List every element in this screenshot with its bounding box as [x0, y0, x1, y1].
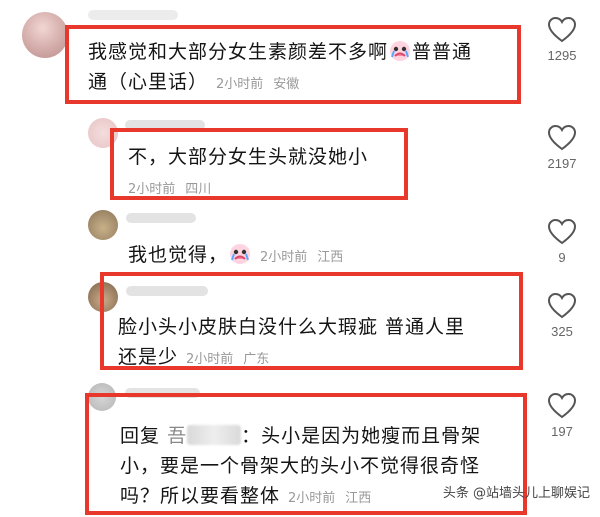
timestamp: 2小时前	[216, 77, 264, 92]
comment-text-line: 普普通	[412, 41, 473, 63]
avatar[interactable]	[22, 12, 68, 58]
comment-text-line: 通（心里话）	[88, 71, 209, 93]
comment-text-line: ：头小是因为她瘦而且骨架	[241, 425, 482, 447]
reply-prefix: 回复	[120, 425, 161, 447]
like-button[interactable]: 2197	[540, 124, 584, 171]
heart-outline-icon	[547, 124, 577, 151]
redacted-username	[187, 425, 242, 445]
timestamp: 2小时前	[260, 250, 308, 265]
location: 江西	[345, 491, 372, 506]
like-count: 1295	[547, 48, 577, 63]
location: 江西	[317, 250, 344, 265]
timestamp: 2小时前	[288, 491, 336, 506]
like-count: 2197	[547, 156, 577, 171]
like-button[interactable]: 325	[540, 292, 584, 339]
comment-text: 我感觉和大部分女生素颜差不多啊 普普通 通（心里话） 2小时前 安徽	[88, 37, 518, 100]
timestamp: 2小时前	[128, 182, 176, 197]
crying-face-emoji-icon	[390, 41, 411, 61]
heart-outline-icon	[547, 218, 577, 245]
crying-face-emoji-icon	[230, 244, 251, 264]
comment-text-line: 还是少	[118, 346, 179, 368]
reply-username[interactable]: 吾	[167, 425, 242, 447]
comment-text-line: 不，大部分女生头就没她小	[128, 146, 369, 168]
comment-text-line: 小，要是一个骨架大的头小不觉得很奇怪	[120, 455, 481, 477]
comment-text: 不，大部分女生头就没她小 2小时前 四川	[128, 142, 403, 205]
like-count: 197	[551, 424, 573, 439]
comment-text-line: 我也觉得，	[128, 244, 229, 266]
heart-outline-icon	[547, 292, 577, 319]
like-count: 9	[558, 250, 566, 265]
like-button[interactable]: 1295	[540, 16, 584, 63]
timestamp: 2小时前	[186, 352, 234, 367]
heart-outline-icon	[547, 392, 577, 419]
avatar[interactable]	[88, 210, 118, 240]
like-button[interactable]: 197	[540, 392, 584, 439]
comment-text-line: 我感觉和大部分女生素颜差不多啊	[88, 41, 389, 63]
username-blurred[interactable]	[88, 10, 178, 20]
watermark: 头条 @站墙头儿上聊娱记	[442, 486, 590, 501]
comment-text-line: 脸小头小皮肤白没什么大瑕疵 普通人里	[118, 316, 466, 338]
heart-outline-icon	[547, 16, 577, 43]
like-count: 325	[551, 324, 573, 339]
username-blurred[interactable]	[126, 213, 196, 223]
comment-text: 脸小头小皮肤白没什么大瑕疵 普通人里 还是少 2小时前 广东	[118, 312, 518, 375]
location: 四川	[185, 182, 212, 197]
location: 广东	[243, 352, 270, 367]
like-button[interactable]: 9	[540, 218, 584, 265]
location: 安徽	[273, 77, 300, 92]
comment-text-line: 吗？所以要看整体	[120, 485, 281, 507]
comment-text: 我也觉得， 2小时前 江西	[128, 240, 528, 273]
